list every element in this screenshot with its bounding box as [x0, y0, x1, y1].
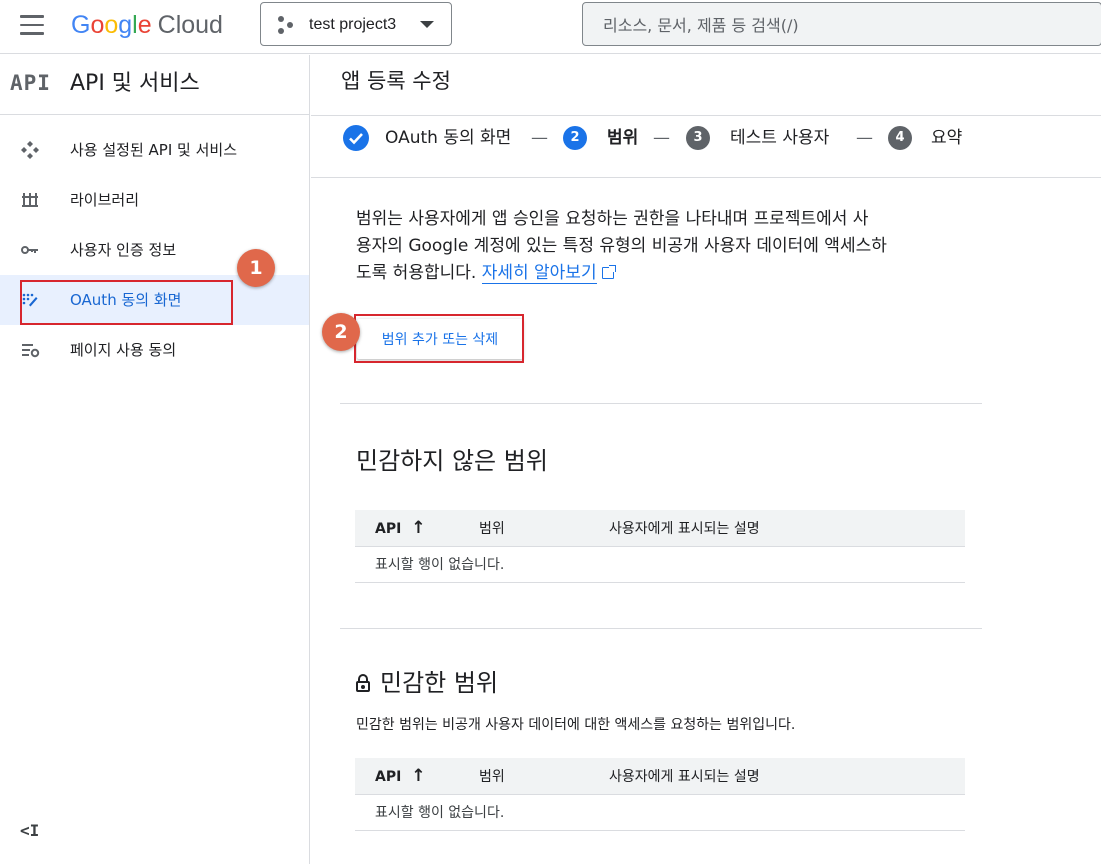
empty-row-message: 표시할 행이 없습니다. — [355, 546, 965, 583]
sidebar: API API 및 서비스 사용 설정된 API 및 서비스 라이브러리 사용자… — [0, 55, 310, 864]
logo-product: Cloud — [157, 11, 223, 39]
scope-description: 범위는 사용자에게 앱 승인을 요청하는 권한을 나타내며 프로젝트에서 사 용… — [356, 206, 981, 287]
section-title-text: 민감한 범위 — [380, 669, 499, 697]
divider — [311, 115, 1101, 116]
column-label: API — [375, 768, 402, 785]
step-1-label: OAuth 동의 화면 — [385, 128, 512, 148]
learn-more-label: 자세히 알아보기 — [481, 263, 597, 283]
column-label: API — [375, 520, 402, 537]
table-header-row: API ↑ 범위 사용자에게 표시되는 설명 — [355, 758, 965, 795]
sort-arrow-up-icon[interactable]: ↑ — [411, 766, 425, 786]
non-sensitive-scopes-table: API ↑ 범위 사용자에게 표시되는 설명 표시할 행이 없습니다. — [355, 510, 965, 583]
logo-letter: o — [90, 11, 105, 39]
step-4-number: 4 — [888, 126, 912, 150]
step-2-label: 범위 — [607, 128, 639, 148]
top-bar: Google Cloud test project3 — [0, 0, 1101, 54]
non-sensitive-scopes-title: 민감하지 않은 범위 — [356, 447, 548, 475]
project-selector[interactable]: test project3 — [260, 2, 452, 46]
sidebar-item-page-usage[interactable]: 페이지 사용 동의 — [0, 325, 309, 375]
divider — [340, 403, 982, 404]
project-name: test project3 — [309, 16, 397, 33]
stepper: OAuth 동의 화면 — 2 범위 — 3 테스트 사용자 — 4 요약 — [341, 123, 1101, 153]
step-3-number: 3 — [686, 126, 710, 150]
table-row: 표시할 행이 없습니다. — [355, 546, 965, 583]
project-icon — [278, 16, 294, 34]
sensitive-scopes-subtitle: 민감한 범위는 비공개 사용자 데이터에 대한 액세스를 요청하는 범위입니다. — [356, 717, 796, 733]
logo-letter: o — [104, 11, 119, 39]
empty-row-message: 표시할 행이 없습니다. — [355, 794, 965, 831]
highlight-box-oauth — [20, 280, 233, 325]
sensitive-scopes-title: 민감한 범위 — [356, 666, 498, 700]
sidebar-item-enabled-apis[interactable]: 사용 설정된 API 및 서비스 — [0, 125, 309, 175]
library-icon — [20, 190, 40, 210]
sidebar-header: API API 및 서비스 — [0, 55, 309, 115]
api-services-icon — [20, 140, 40, 160]
description-line: 용자의 Google 계정에 있는 특정 유형의 비공개 사용자 데이터에 액세… — [356, 236, 887, 256]
step-separator: — — [653, 128, 670, 148]
sidebar-item-label: 페이지 사용 동의 — [70, 341, 177, 359]
description-line: 도록 허용합니다. 자세히 알아보기 — [356, 260, 981, 287]
highlight-box-scope-button — [354, 314, 524, 363]
column-description-header: 사용자에게 표시되는 설명 — [609, 758, 965, 795]
search-box[interactable] — [582, 2, 1101, 46]
key-icon — [20, 240, 40, 260]
table-header-row: API ↑ 범위 사용자에게 표시되는 설명 — [355, 510, 965, 547]
column-api-header[interactable]: API ↑ — [355, 758, 479, 795]
column-scope-header: 범위 — [479, 510, 609, 547]
sidebar-item-label: 사용 설정된 API 및 서비스 — [70, 141, 238, 159]
learn-more-link[interactable]: 자세히 알아보기 — [481, 263, 597, 284]
table-row: 표시할 행이 없습니다. — [355, 794, 965, 831]
menu-icon[interactable] — [20, 15, 46, 37]
main-content: 앱 등록 수정 OAuth 동의 화면 — 2 범위 — 3 테스트 사용자 —… — [311, 55, 1101, 864]
step-separator: — — [856, 128, 873, 148]
chevron-down-icon — [420, 21, 434, 28]
callout-badge-1: 1 — [237, 249, 275, 287]
description-line: 범위는 사용자에게 앱 승인을 요청하는 권한을 나타내며 프로젝트에서 사 — [356, 209, 869, 229]
external-link-icon — [601, 265, 616, 279]
sensitive-scopes-table: API ↑ 범위 사용자에게 표시되는 설명 표시할 행이 없습니다. — [355, 758, 965, 831]
sidebar-item-label: 라이브러리 — [70, 191, 140, 209]
logo-letter: g — [118, 11, 133, 39]
sidebar-item-library[interactable]: 라이브러리 — [0, 175, 309, 225]
logo-letter: e — [137, 11, 152, 39]
page-title: 앱 등록 수정 — [341, 69, 451, 93]
step-3-label: 테스트 사용자 — [730, 128, 830, 148]
column-description-header: 사용자에게 표시되는 설명 — [609, 510, 965, 547]
sort-arrow-up-icon[interactable]: ↑ — [411, 518, 425, 538]
step-4-label: 요약 — [931, 128, 963, 148]
step-done-check-icon — [343, 123, 369, 153]
divider — [311, 177, 1101, 178]
google-cloud-logo[interactable]: Google Cloud — [71, 8, 223, 42]
callout-badge-2: 2 — [322, 313, 360, 351]
page-settings-icon — [20, 340, 40, 360]
sidebar-title: API 및 서비스 — [70, 71, 200, 96]
lock-icon — [356, 674, 370, 692]
description-text: 도록 허용합니다. — [356, 263, 477, 283]
api-logo-icon: API — [10, 71, 51, 95]
column-scope-header: 범위 — [479, 758, 609, 795]
collapse-sidebar-icon[interactable]: <I — [20, 821, 39, 840]
step-separator: — — [531, 128, 548, 148]
sidebar-item-label: 사용자 인증 정보 — [70, 241, 177, 259]
step-2-number: 2 — [563, 126, 587, 150]
search-input[interactable] — [603, 13, 1083, 37]
column-api-header[interactable]: API ↑ — [355, 510, 479, 547]
logo-letter: G — [71, 11, 91, 39]
divider — [340, 628, 982, 629]
